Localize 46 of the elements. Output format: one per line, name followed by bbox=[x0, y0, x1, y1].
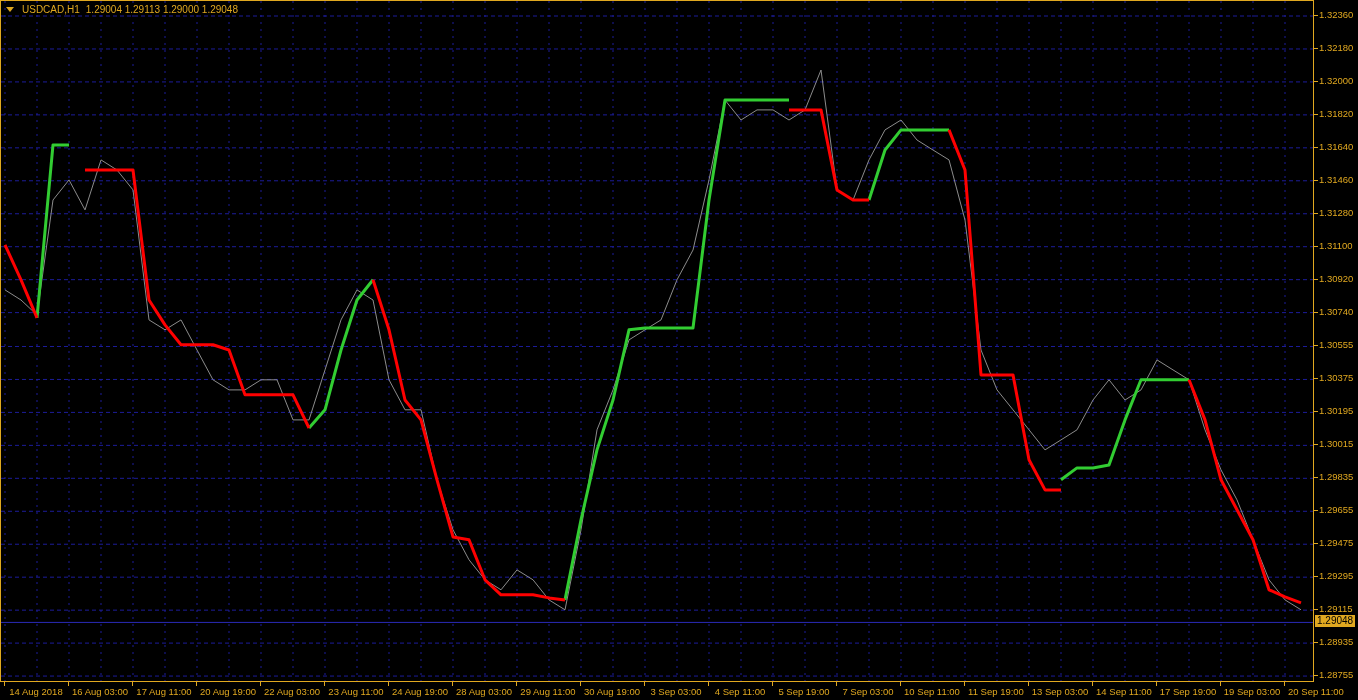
time-label: 13 Sep 03:00 bbox=[1031, 685, 1089, 698]
time-label: 19 Sep 03:00 bbox=[1223, 685, 1281, 698]
price-label: 1.28935 bbox=[1319, 635, 1354, 650]
time-label: 20 Sep 11:00 bbox=[1288, 685, 1344, 698]
price-label: 1.30195 bbox=[1319, 404, 1354, 419]
time-label: 7 Sep 03:00 bbox=[842, 685, 894, 698]
time-label: 22 Aug 03:00 bbox=[264, 685, 320, 698]
time-label: 23 Aug 11:00 bbox=[328, 685, 384, 698]
price-label: 1.29295 bbox=[1319, 569, 1354, 584]
price-label: 1.30740 bbox=[1319, 304, 1354, 319]
price-label: 1.31640 bbox=[1319, 139, 1354, 154]
dropdown-triangle-icon[interactable] bbox=[6, 7, 14, 12]
time-label: 5 Sep 19:00 bbox=[778, 685, 830, 698]
time-label: 16 Aug 03:00 bbox=[72, 685, 128, 698]
time-label: 17 Sep 19:00 bbox=[1159, 685, 1217, 698]
price-label: 1.30375 bbox=[1319, 371, 1354, 386]
time-label: 3 Sep 03:00 bbox=[650, 685, 702, 698]
price-label: 1.28755 bbox=[1319, 668, 1354, 683]
price-label: 1.32180 bbox=[1319, 40, 1354, 55]
price-label: 1.31820 bbox=[1319, 106, 1354, 121]
time-label: 11 Sep 19:00 bbox=[968, 685, 1024, 698]
price-label: 1.29835 bbox=[1319, 470, 1354, 485]
time-label: 17 Aug 11:00 bbox=[136, 685, 192, 698]
price-label: 1.29655 bbox=[1319, 503, 1354, 518]
current-price-label: 1.29048 bbox=[1315, 615, 1356, 628]
time-label: 14 Sep 11:00 bbox=[1096, 685, 1152, 698]
chart-symbol: USDCAD,H1 bbox=[22, 4, 80, 15]
time-label: 14 Aug 2018 bbox=[9, 685, 63, 698]
time-label: 24 Aug 19:00 bbox=[392, 685, 448, 698]
time-label: 28 Aug 03:00 bbox=[456, 685, 512, 698]
price-label: 1.32360 bbox=[1319, 8, 1354, 22]
price-label: 1.32000 bbox=[1319, 73, 1354, 88]
time-label: 29 Aug 11:00 bbox=[520, 685, 576, 698]
time-label: 20 Aug 19:00 bbox=[200, 685, 256, 698]
price-label: 1.31280 bbox=[1319, 205, 1354, 220]
time-label: 4 Sep 11:00 bbox=[714, 685, 766, 698]
price-label: 1.31460 bbox=[1319, 172, 1354, 187]
price-label: 1.31100 bbox=[1319, 238, 1353, 253]
price-label: 1.30555 bbox=[1319, 338, 1354, 353]
chart-quotes: 1.29004 1.29113 1.29000 1.29048 bbox=[85, 4, 238, 15]
time-label: 30 Aug 19:00 bbox=[584, 685, 640, 698]
price-label: 1.30015 bbox=[1319, 437, 1354, 452]
price-label: 1.29115 bbox=[1319, 602, 1353, 616]
time-label: 10 Sep 11:00 bbox=[904, 685, 960, 698]
price-label: 1.30920 bbox=[1319, 271, 1354, 286]
price-label: 1.29475 bbox=[1319, 536, 1354, 551]
